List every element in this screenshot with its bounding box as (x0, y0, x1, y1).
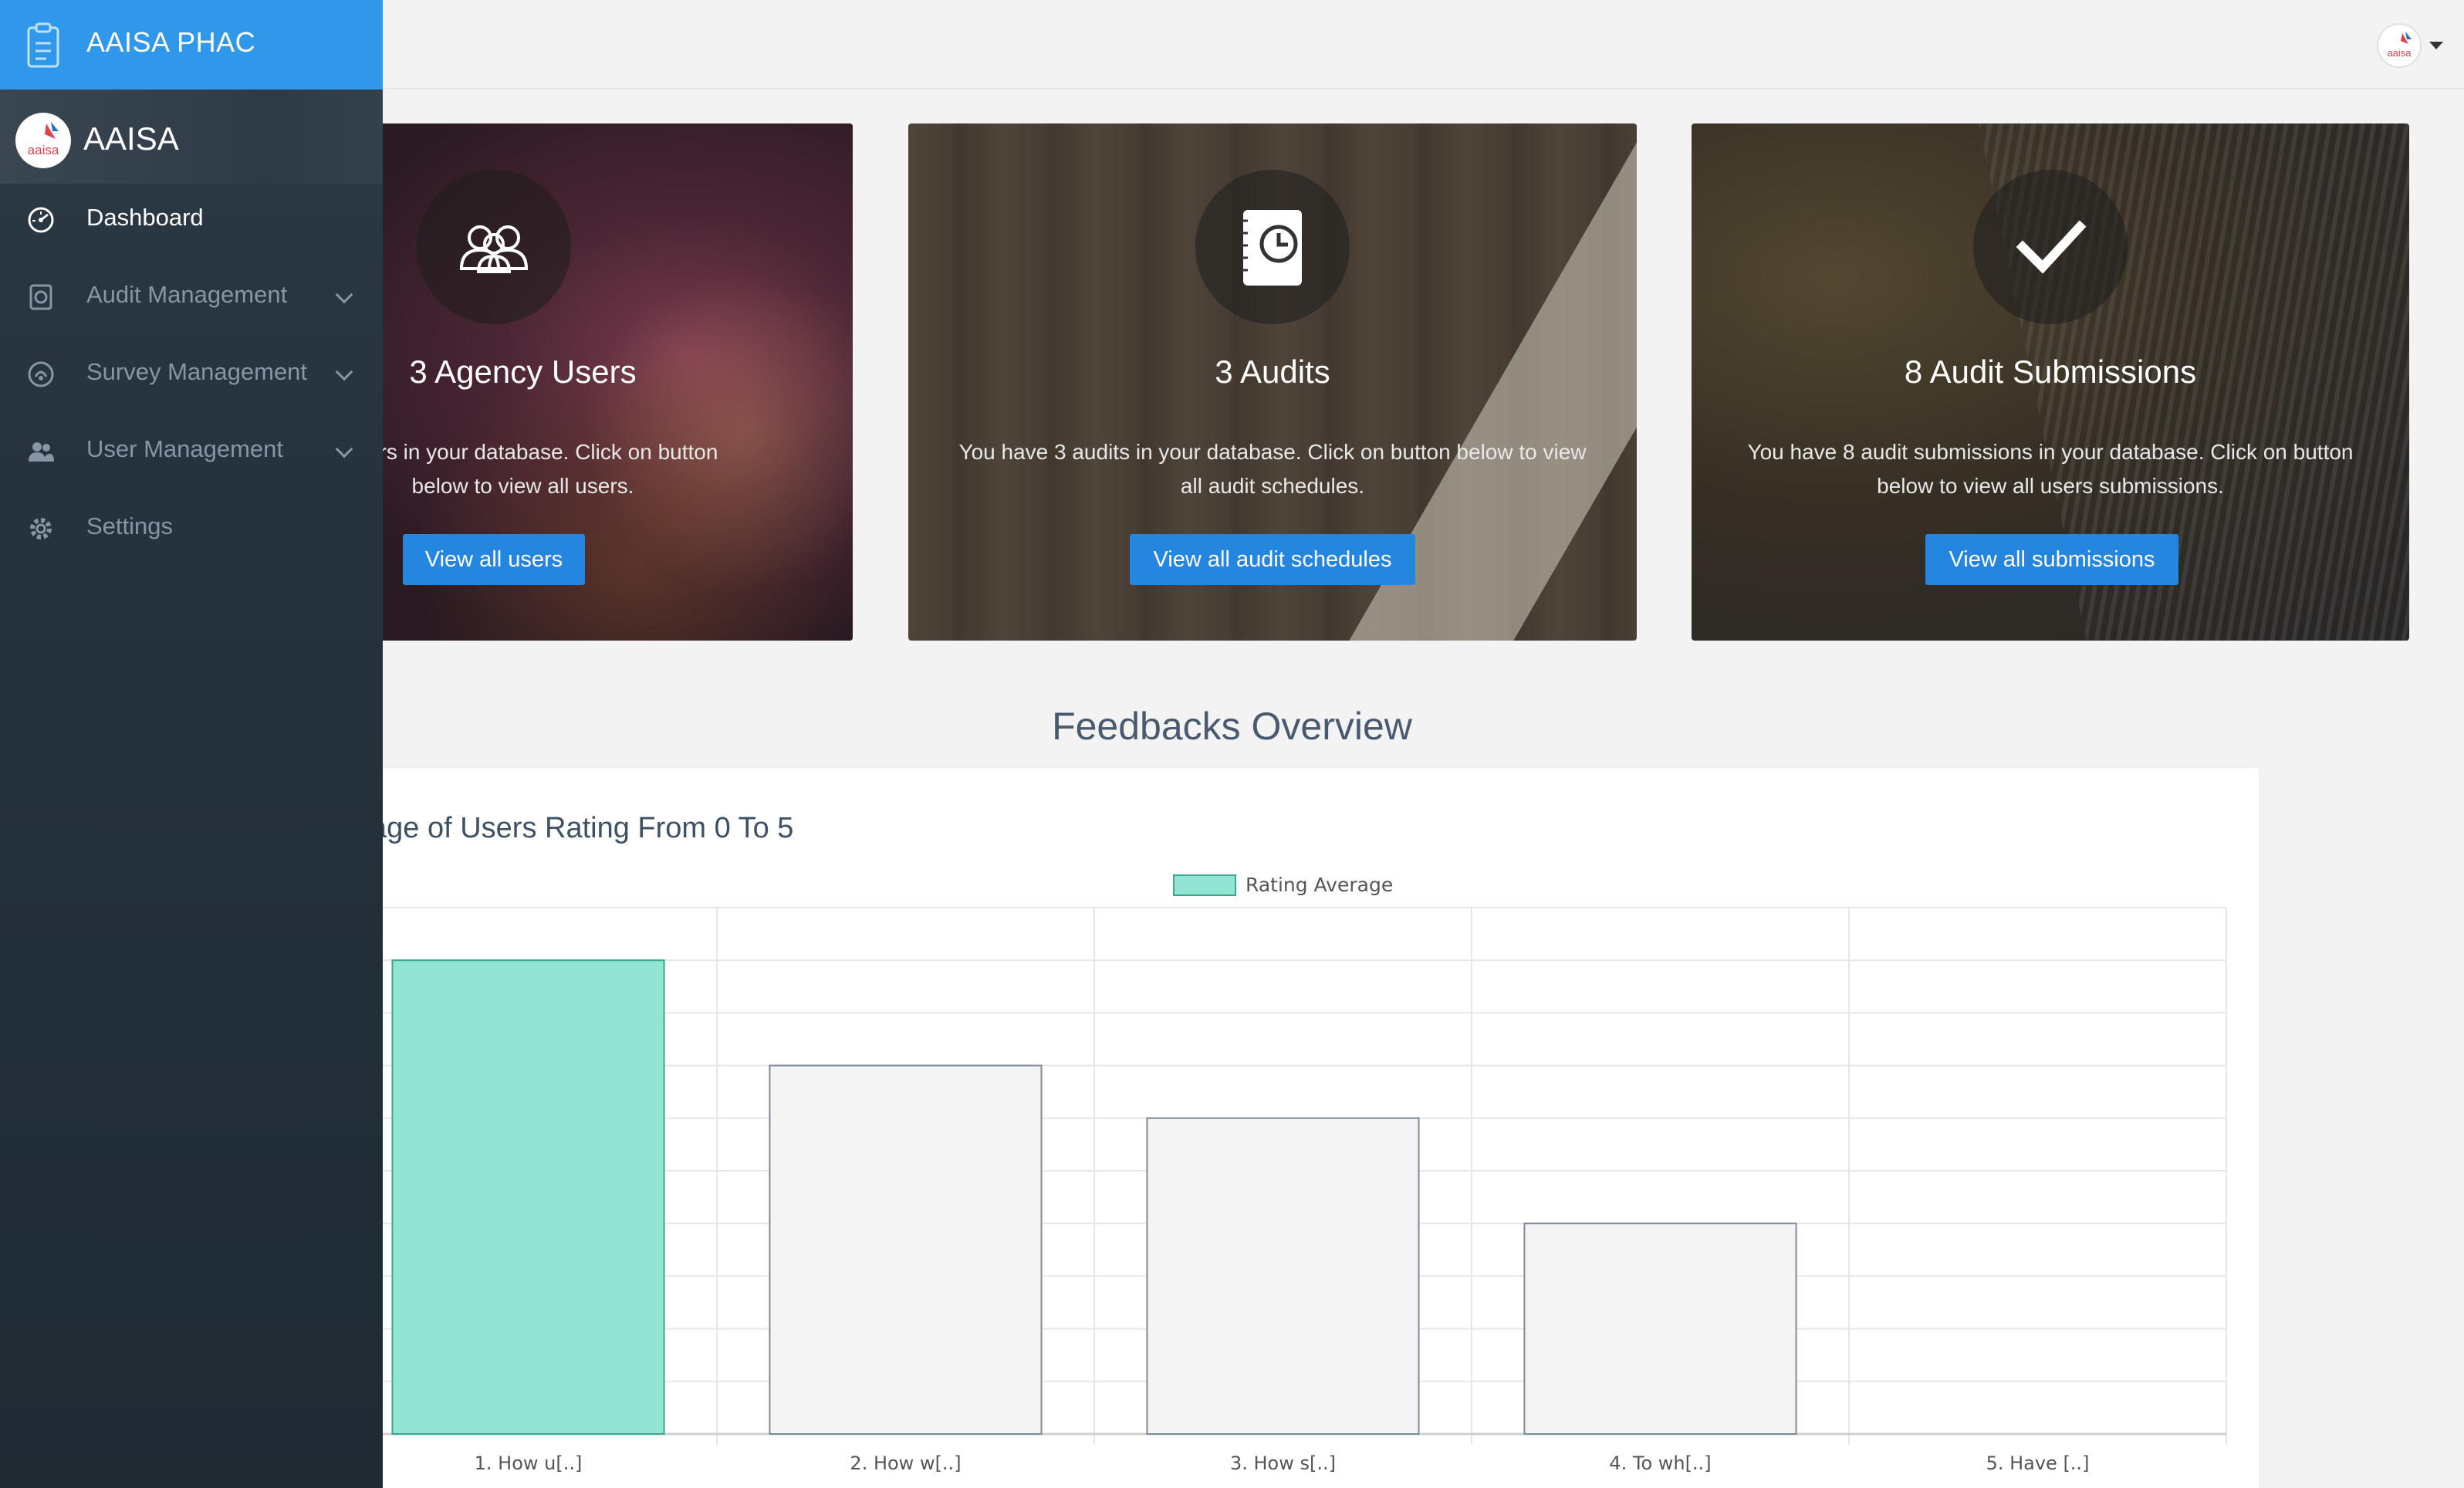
aaisa-logo-icon: aaisa (2387, 32, 2412, 59)
card-audit-submissions: 8 Audit Submissions You have 8 audit sub… (1692, 123, 2409, 641)
chart-title: age of Users Rating From 0 To 5 (370, 812, 794, 844)
audits-icon-circle (1195, 170, 1350, 324)
x-tick-label: 2. How w[..] (850, 1452, 961, 1474)
svg-text:aaisa: aaisa (28, 143, 59, 157)
sidebar: AAISA PHAC aaisa AAISA Dashboard Audit M… (0, 0, 383, 1488)
view-all-submissions-button[interactable]: View all submissions (1925, 534, 2178, 585)
chevron-down-icon (335, 286, 353, 304)
audit-icon (29, 284, 52, 310)
x-tick-label: 4. To wh[..] (1609, 1452, 1711, 1474)
users-icon (29, 442, 54, 462)
card-agency-users: 3 Agency Users y users in your database.… (309, 123, 853, 641)
legend-label: Rating Average (1246, 874, 1394, 896)
schedule-book-icon (1240, 210, 1302, 286)
chart-bar (769, 1064, 1043, 1435)
x-tick-label: 3. How s[..] (1230, 1452, 1336, 1474)
sidebar-item-label: Audit Management (86, 281, 288, 308)
users-group-icon (459, 225, 529, 273)
survey-icon (28, 361, 54, 387)
chart-legend[interactable]: Rating Average (1173, 874, 1393, 896)
card-audits: 3 Audits You have 3 audits in your datab… (908, 123, 1637, 641)
chevron-down-icon (335, 363, 353, 381)
view-all-users-button[interactable]: View all users (403, 534, 585, 585)
app-title: AAISA PHAC (86, 26, 256, 58)
sidebar-item-settings[interactable]: Settings (0, 489, 383, 566)
clipboard-icon (27, 22, 59, 68)
sidebar-item-survey-management[interactable]: Survey Management (0, 335, 383, 412)
user-panel: aaisa AAISA (0, 90, 383, 184)
card-title: 8 Audit Submissions (1904, 353, 2197, 390)
sidebar-item-label: User Management (86, 435, 284, 462)
sidebar-item-label: Settings (86, 512, 174, 539)
card-description: You have 3 audits in your database. Clic… (958, 440, 1587, 498)
checkmark-icon (2016, 220, 2087, 274)
gear-icon (30, 518, 52, 539)
user-avatar[interactable]: aaisa (15, 113, 71, 168)
profile-caret-icon[interactable] (2429, 42, 2443, 49)
sidebar-item-dashboard[interactable]: Dashboard (0, 181, 383, 258)
svg-text:aaisa: aaisa (2387, 47, 2412, 59)
card-description: You have 8 audit submissions in your dat… (1747, 440, 2354, 498)
card-title: 3 Audits (1215, 353, 1330, 390)
chart-bar (1523, 1223, 1797, 1435)
brand-bar: AAISA PHAC (0, 0, 383, 90)
profile-avatar[interactable]: aaisa (2377, 23, 2422, 68)
legend-swatch (1173, 874, 1236, 896)
sidebar-item-audit-management[interactable]: Audit Management (0, 258, 383, 335)
rating-bar-chart: 1. How u[..] 2. How w[..] 3. How s[..] 4. T… (340, 907, 2227, 1474)
chart-bar (391, 959, 665, 1435)
user-name: AAISA (83, 120, 179, 157)
users-icon-circle (417, 170, 571, 324)
view-all-audit-schedules-button[interactable]: View all audit schedules (1130, 534, 1415, 585)
chevron-down-icon (335, 440, 353, 458)
sidebar-item-label: Dashboard (86, 204, 204, 231)
sidebar-item-user-management[interactable]: User Management (0, 412, 383, 489)
aaisa-logo-icon: aaisa (28, 122, 59, 157)
submissions-icon-circle (1973, 170, 2128, 324)
x-tick-label: 5. Have [..] (1986, 1452, 2090, 1474)
chart-bar (1146, 1117, 1420, 1435)
x-tick-label: 1. How u[..] (475, 1452, 583, 1474)
dashboard-icon (28, 207, 54, 233)
sidebar-item-label: Survey Management (86, 358, 308, 385)
